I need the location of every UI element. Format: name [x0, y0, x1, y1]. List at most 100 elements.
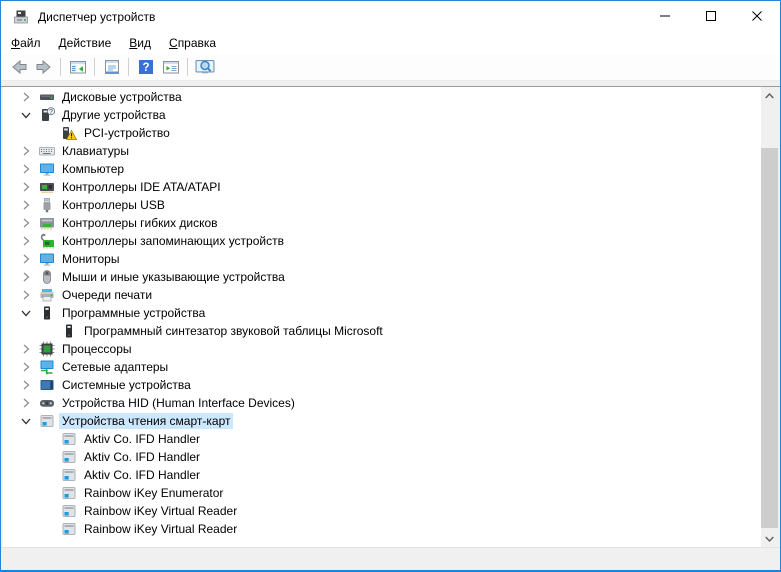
chevron-down-icon[interactable]	[20, 415, 32, 427]
tree-item-label[interactable]: Устройства чтения смарт-карт	[59, 413, 233, 429]
tree-item-label[interactable]: Контроллеры IDE ATA/ATAPI	[59, 179, 224, 195]
tree-item[interactable]: Rainbow iKey Virtual Reader	[3, 502, 761, 520]
tree-item-label[interactable]: Мониторы	[59, 251, 122, 267]
menu-view[interactable]: Вид	[120, 33, 160, 53]
tree-item-label[interactable]: Программный синтезатор звуковой таблицы …	[81, 323, 386, 339]
tree-item[interactable]: Процессоры	[3, 340, 761, 358]
maximize-button[interactable]	[688, 1, 734, 31]
smart-card-reader-icon	[39, 413, 55, 429]
tree-item-label[interactable]: Aktiv Co. IFD Handler	[81, 467, 203, 483]
tree-item[interactable]: Rainbow iKey Enumerator	[3, 484, 761, 502]
tree-item[interactable]: Устройства чтения смарт-карт	[3, 412, 761, 430]
chevron-right-icon[interactable]	[20, 235, 32, 247]
tree-item[interactable]: Компьютер	[3, 160, 761, 178]
menu-action[interactable]: Действие	[50, 33, 121, 53]
back-icon	[9, 57, 29, 77]
software-device-icon	[61, 323, 77, 339]
tree-item[interactable]: Устройства HID (Human Interface Devices)	[3, 394, 761, 412]
tree-item-label[interactable]: Клавиатуры	[59, 143, 132, 159]
chevron-right-icon[interactable]	[20, 271, 32, 283]
tree-item[interactable]: Дисковые устройства	[3, 88, 761, 106]
tree-item[interactable]: Программные устройства	[3, 304, 761, 322]
tree-item[interactable]: Контроллеры IDE ATA/ATAPI	[3, 178, 761, 196]
vertical-scrollbar[interactable]	[761, 87, 778, 547]
chevron-right-icon[interactable]	[20, 91, 32, 103]
chevron-down-icon[interactable]	[20, 307, 32, 319]
tree-item[interactable]: Aktiv Co. IFD Handler	[3, 430, 761, 448]
tree-item-label[interactable]: Контроллеры USB	[59, 197, 168, 213]
tree-item[interactable]: ? Другие устройства	[3, 106, 761, 124]
menubar: Файл Действие Вид Справка	[1, 32, 780, 54]
chevron-right-icon[interactable]	[20, 199, 32, 211]
tree-item[interactable]: Очереди печати	[3, 286, 761, 304]
tree-item[interactable]: Контроллеры запоминающих устройств	[3, 232, 761, 250]
maximize-icon	[706, 11, 716, 21]
tree-item-label[interactable]: Rainbow iKey Enumerator	[81, 485, 226, 501]
tree-item[interactable]: Системные устройства	[3, 376, 761, 394]
tree-item-label[interactable]: Устройства HID (Human Interface Devices)	[59, 395, 298, 411]
tree-item[interactable]: Программный синтезатор звуковой таблицы …	[3, 322, 761, 340]
tree-item-label[interactable]: Rainbow iKey Virtual Reader	[81, 521, 240, 537]
tree-item-label[interactable]: PCI-устройство	[81, 125, 173, 141]
scrollbar-track[interactable]	[761, 104, 778, 530]
tree-item[interactable]: Сетевые адаптеры	[3, 358, 761, 376]
window-title: Диспетчер устройств	[38, 10, 155, 24]
device-tree: Дисковые устройства ? Другие устройства …	[3, 87, 761, 547]
tree-item[interactable]: Aktiv Co. IFD Handler	[3, 466, 761, 484]
scrollbar-thumb[interactable]	[761, 148, 778, 528]
tree-item-label[interactable]: Aktiv Co. IFD Handler	[81, 449, 203, 465]
chevron-right-icon[interactable]	[20, 163, 32, 175]
svg-text:?: ?	[142, 62, 149, 74]
tree-item[interactable]: Rainbow iKey Virtual Reader	[3, 520, 761, 538]
scrollbar-up-button[interactable]	[761, 87, 778, 104]
chevron-right-icon[interactable]	[20, 289, 32, 301]
tree-item[interactable]: Мониторы	[3, 250, 761, 268]
tree-item-label[interactable]: Системные устройства	[59, 377, 194, 393]
smart-card-reader-icon	[61, 467, 77, 483]
tree-item-label[interactable]: Очереди печати	[59, 287, 155, 303]
show-console-tree-button[interactable]	[65, 56, 90, 79]
tree-item[interactable]: PCI-устройство	[3, 124, 761, 142]
chevron-right-icon[interactable]	[20, 397, 32, 409]
scan-hardware-changes-button[interactable]	[192, 56, 217, 79]
chevron-right-icon[interactable]	[20, 217, 32, 229]
minimize-icon	[660, 11, 670, 21]
tree-item-label[interactable]: Контроллеры запоминающих устройств	[59, 233, 287, 249]
tree-item[interactable]: Контроллеры USB	[3, 196, 761, 214]
scrollbar-down-button[interactable]	[761, 530, 778, 547]
chevron-down-icon[interactable]	[20, 109, 32, 121]
help-icon: ?	[136, 57, 156, 77]
chevron-right-icon[interactable]	[20, 181, 32, 193]
tree-item-label[interactable]: Программные устройства	[59, 305, 208, 321]
smart-card-reader-icon	[61, 485, 77, 501]
minimize-button[interactable]	[642, 1, 688, 31]
chevron-right-icon[interactable]	[20, 379, 32, 391]
menu-help[interactable]: Справка	[160, 33, 225, 53]
chevron-right-icon[interactable]	[20, 343, 32, 355]
tree-item-label[interactable]: Процессоры	[59, 341, 135, 357]
chevron-right-icon[interactable]	[20, 145, 32, 157]
help-button[interactable]: ?	[133, 56, 158, 79]
warning-device-icon	[61, 125, 77, 141]
tree-item-label[interactable]: Контроллеры гибких дисков	[59, 215, 221, 231]
tree-item-label[interactable]: Компьютер	[59, 161, 127, 177]
tree-item-label[interactable]: Aktiv Co. IFD Handler	[81, 431, 203, 447]
tree-item-label[interactable]: Rainbow iKey Virtual Reader	[81, 503, 240, 519]
close-button[interactable]	[734, 1, 780, 31]
tree-item[interactable]: Мыши и иные указывающие устройства	[3, 268, 761, 286]
properties-button[interactable]	[99, 56, 124, 79]
menu-file[interactable]: Файл	[2, 33, 50, 53]
tree-item-label[interactable]: Другие устройства	[59, 107, 169, 123]
tree-item-label[interactable]: Мыши и иные указывающие устройства	[59, 269, 288, 285]
tree-item[interactable]: Контроллеры гибких дисков	[3, 214, 761, 232]
tree-item-label[interactable]: Дисковые устройства	[59, 89, 185, 105]
tree-item[interactable]: Клавиатуры	[3, 142, 761, 160]
tree-item[interactable]: Aktiv Co. IFD Handler	[3, 448, 761, 466]
back-button[interactable]	[6, 56, 31, 79]
tree-item-label[interactable]: Сетевые адаптеры	[59, 359, 171, 375]
action-pane-button[interactable]	[158, 56, 183, 79]
chevron-right-icon[interactable]	[20, 253, 32, 265]
forward-button[interactable]	[31, 56, 56, 79]
ide-controller-icon	[39, 179, 55, 195]
chevron-right-icon[interactable]	[20, 361, 32, 373]
